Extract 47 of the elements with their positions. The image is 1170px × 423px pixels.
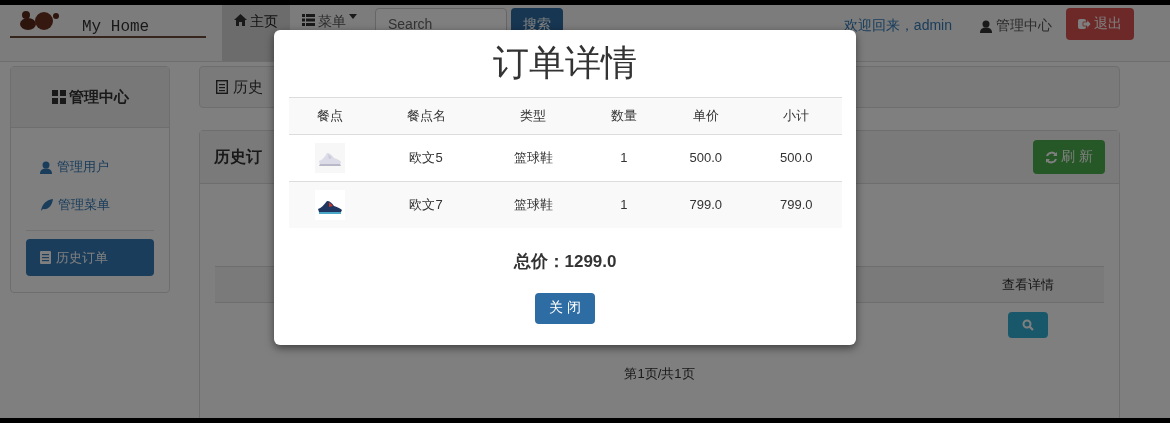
column-header: 小计 (783, 107, 810, 123)
list-icon (302, 14, 315, 26)
caret-icon (349, 14, 357, 19)
home-icon (234, 14, 247, 26)
coffee-beans-icon (18, 10, 60, 32)
column-header: 类型 (520, 107, 547, 123)
logout-button[interactable]: 退出 (1066, 8, 1134, 40)
column-header: 餐点 (317, 107, 344, 123)
leaf-icon (40, 198, 53, 212)
sidebar-item[interactable]: 管理菜单 (26, 186, 154, 224)
refresh-button[interactable]: 刷 新 (1033, 140, 1105, 174)
sign-out-icon (1078, 18, 1091, 30)
table-cell: 799.0 (779, 197, 813, 213)
table-cell: 799.0 (689, 197, 722, 213)
total-price: 总价：1299.0 (513, 250, 617, 273)
list-icon (40, 251, 51, 264)
close-button[interactable]: 关 闭 (535, 292, 595, 324)
table-cell: 500.0 (689, 150, 722, 166)
search-button[interactable] (1008, 312, 1048, 338)
table-cell: 欧文5 (409, 149, 443, 165)
user-icon (40, 160, 52, 174)
sidebar-item[interactable]: 管理用户 (26, 148, 154, 186)
breadcrumb-text: 历史 (233, 77, 263, 97)
column-header: 数量 (610, 107, 637, 123)
table-cell: 欧文7 (409, 196, 443, 212)
table-cell: 1 (620, 150, 628, 166)
refresh-icon (1045, 150, 1059, 164)
search-icon (1022, 319, 1034, 331)
column-header: 餐点名 (406, 107, 446, 123)
user-icon (980, 19, 992, 33)
sidebar-item[interactable]: 历史订单 (26, 239, 154, 276)
table-cell: 500.0 (779, 150, 813, 166)
pagination-text: 第1页/共1页 (623, 365, 696, 383)
dialog-title: 订单详情 (493, 43, 637, 83)
column-header: 查看详情 (1002, 275, 1054, 294)
sidebar-title: 管理中心 (68, 87, 129, 107)
grid-icon (51, 90, 66, 104)
table-cell: 1 (620, 197, 628, 213)
panel-title: 历史订 (214, 146, 262, 167)
brand-name[interactable]: My Home (82, 18, 150, 36)
table-cell: 篮球鞋 (513, 196, 553, 212)
nav-tab[interactable]: 菜单 (290, 5, 369, 61)
admin-link[interactable]: 管理中心 (980, 8, 1052, 35)
list-icon (216, 80, 228, 94)
column-header: 单价 (692, 107, 719, 123)
table-cell: 篮球鞋 (513, 149, 553, 165)
welcome-text: 欢迎回来，admin (843, 16, 952, 35)
